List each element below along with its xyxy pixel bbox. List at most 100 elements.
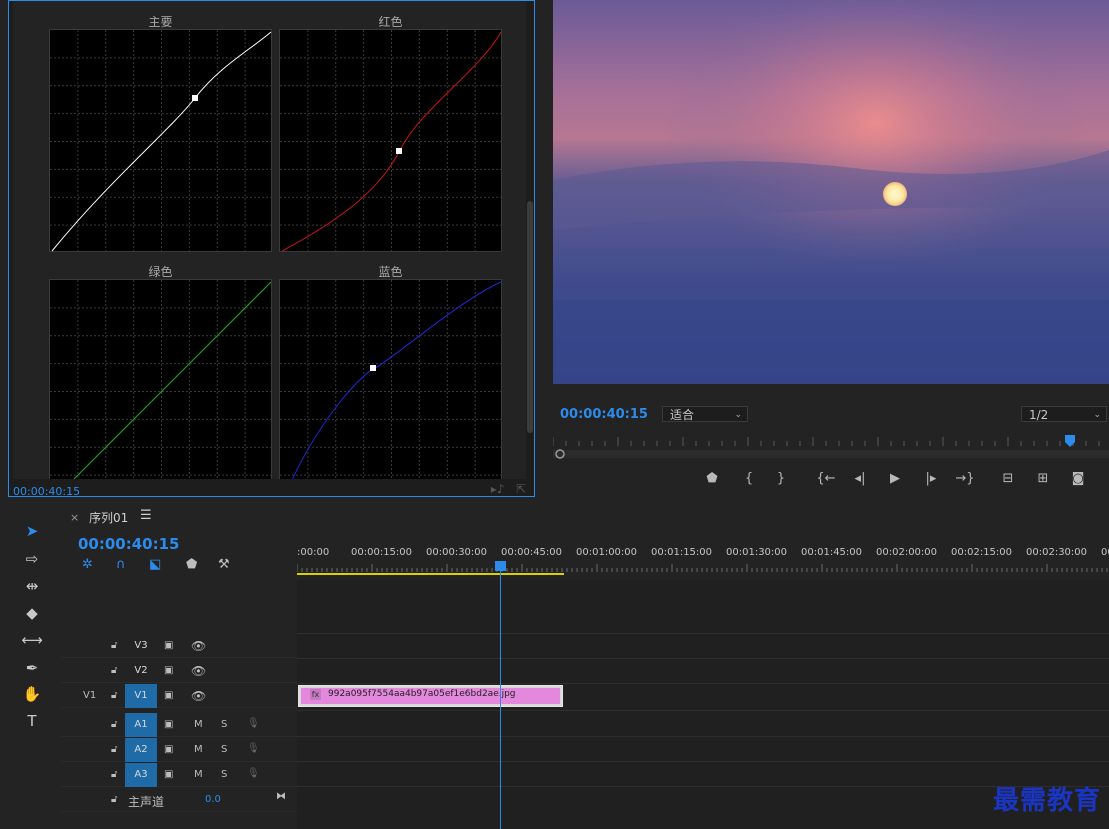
solo-button[interactable]: S bbox=[221, 744, 227, 755]
sync-lock-icon[interactable]: ▣ bbox=[164, 719, 173, 730]
curve-blue-graph[interactable] bbox=[280, 280, 503, 479]
track-target[interactable]: A2 bbox=[125, 738, 157, 762]
close-icon[interactable]: × bbox=[70, 511, 79, 524]
solo-button[interactable]: S bbox=[221, 719, 227, 730]
add-marker-button[interactable]: ⬟ bbox=[700, 468, 724, 490]
scrollbar-thumb[interactable] bbox=[527, 201, 533, 433]
play-button[interactable]: ▶ bbox=[883, 468, 907, 490]
program-monitor-timecode[interactable]: 00:00:40:15 bbox=[560, 407, 648, 422]
lift-button[interactable]: ⊟ bbox=[996, 468, 1020, 490]
sync-lock-icon[interactable]: ▣ bbox=[164, 769, 173, 780]
curve-blue[interactable] bbox=[279, 279, 503, 479]
resolution-select[interactable]: 1/2 ⌄ bbox=[1021, 406, 1107, 422]
blue-curve-point[interactable] bbox=[370, 365, 376, 371]
nest-icon[interactable]: ✲ bbox=[82, 557, 93, 572]
playback-audio-icon[interactable]: ▸♪ bbox=[491, 482, 505, 496]
timeline-playhead[interactable] bbox=[495, 561, 506, 571]
resolution-select-value: 1/2 bbox=[1029, 408, 1049, 422]
tools-panel: ➤ ⇨ ⇹ ◆ ⟷ ✒ ✋ T bbox=[17, 517, 47, 747]
track-target[interactable]: V3 bbox=[125, 634, 157, 658]
add-marker-icon[interactable]: ⬟ bbox=[186, 557, 197, 572]
track-target[interactable]: A3 bbox=[125, 763, 157, 787]
video-clip[interactable]: fx 992a095f7554aa4b97a05ef1e6bd2ae.jpg bbox=[298, 685, 563, 707]
linked-selection-icon[interactable]: ⬕ bbox=[149, 557, 161, 572]
lock-icon[interactable]: 🔓︎ bbox=[111, 665, 117, 676]
effect-controls-timecode[interactable]: 00:00:40:15 bbox=[13, 485, 80, 498]
wrench-icon[interactable]: ⚒ bbox=[218, 557, 230, 572]
chevron-down-icon: ⌄ bbox=[1093, 410, 1101, 420]
extract-button[interactable]: ⊞ bbox=[1031, 468, 1055, 490]
export-frame-button[interactable]: ◙ bbox=[1066, 468, 1090, 490]
red-curve-point[interactable] bbox=[396, 148, 402, 154]
selection-tool-icon[interactable]: ➤ bbox=[17, 519, 47, 543]
lock-icon[interactable]: 🔓︎ bbox=[111, 744, 117, 755]
track-header-v3: 🔓︎ V3 ▣ 👁︎ bbox=[61, 634, 297, 658]
lock-icon[interactable]: 🔓︎ bbox=[111, 640, 117, 651]
lock-icon[interactable]: 🔓︎ bbox=[111, 769, 117, 780]
mute-button[interactable]: M bbox=[194, 769, 203, 780]
hand-tool-icon[interactable]: ✋ bbox=[17, 682, 47, 706]
step-forward-button[interactable]: |▸ bbox=[919, 468, 943, 490]
sync-lock-icon[interactable]: ▣ bbox=[164, 744, 173, 755]
track-headers: 🔓︎ V3 ▣ 👁︎ 🔓︎ V2 ▣ 👁︎ V1 🔓︎ V1 ▣ 👁︎ 🔓︎ A1 ▣ M S 🎙︎ 🔓︎ A2 ▣ M S 🎙… bbox=[61, 634, 297, 829]
eye-icon[interactable]: 👁︎ bbox=[191, 689, 206, 703]
microphone-icon[interactable]: 🎙︎ bbox=[247, 718, 260, 729]
master-label: 主声道 bbox=[128, 795, 165, 809]
fit-select[interactable]: 适合 ⌄ bbox=[662, 406, 748, 422]
mute-button[interactable]: M bbox=[194, 744, 203, 755]
mark-out-button[interactable]: } bbox=[769, 468, 793, 490]
menu-icon[interactable]: ☰ bbox=[140, 508, 152, 523]
track-target[interactable]: A1 bbox=[125, 713, 157, 737]
curve-green-graph[interactable] bbox=[50, 280, 273, 479]
sync-lock-icon[interactable]: ▣ bbox=[164, 690, 173, 701]
track-header-a3: 🔓︎ A3 ▣ M S 🎙︎ bbox=[61, 763, 297, 787]
blue-curve-line[interactable] bbox=[291, 281, 502, 479]
type-tool-icon[interactable]: T bbox=[17, 709, 47, 733]
razor-tool-icon[interactable]: ◆ bbox=[17, 601, 47, 625]
fit-select-value: 适合 bbox=[670, 408, 695, 422]
track-select-tool-icon[interactable]: ⇨ bbox=[17, 547, 47, 571]
master-curve-point[interactable] bbox=[192, 95, 198, 101]
curve-master[interactable] bbox=[49, 29, 273, 253]
snap-icon[interactable]: ∩ bbox=[116, 557, 126, 572]
slip-tool-icon[interactable]: ⟷ bbox=[17, 628, 47, 652]
master-volume-value[interactable]: 0.0 bbox=[205, 794, 221, 805]
master-panner-icon[interactable]: ⧓ bbox=[276, 791, 286, 802]
sync-lock-icon[interactable]: ▣ bbox=[164, 665, 173, 676]
lock-icon[interactable]: 🔓︎ bbox=[111, 690, 117, 701]
mute-button[interactable]: M bbox=[194, 719, 203, 730]
curve-master-graph[interactable] bbox=[50, 30, 273, 253]
source-patch[interactable]: V1 bbox=[83, 690, 96, 701]
curve-red[interactable] bbox=[279, 29, 503, 253]
microphone-icon[interactable]: 🎙︎ bbox=[247, 768, 260, 779]
eye-icon[interactable]: 👁︎ bbox=[191, 639, 206, 653]
fx-badge[interactable]: fx bbox=[310, 689, 321, 700]
go-to-out-button[interactable]: →} bbox=[953, 468, 977, 490]
sync-lock-icon[interactable]: ▣ bbox=[164, 640, 173, 651]
curve-label-red: 红色 bbox=[378, 15, 403, 29]
solo-button[interactable]: S bbox=[221, 769, 227, 780]
timeline-timecode[interactable]: 00:00:40:15 bbox=[78, 535, 180, 553]
curve-green[interactable] bbox=[49, 279, 273, 479]
step-back-button[interactable]: ◂| bbox=[848, 468, 872, 490]
timeline-playhead-line[interactable] bbox=[500, 565, 501, 829]
curve-red-graph[interactable] bbox=[280, 30, 503, 253]
sunset-frame-image bbox=[553, 0, 1109, 384]
lock-icon[interactable]: 🔓︎ bbox=[111, 794, 117, 805]
track-header-a1: 🔓︎ A1 ▣ M S 🎙︎ bbox=[61, 713, 297, 737]
export-icon[interactable]: ⇱ bbox=[516, 482, 526, 496]
mark-in-button[interactable]: { bbox=[737, 468, 761, 490]
sequence-tab[interactable]: 序列01 bbox=[89, 509, 128, 526]
work-area-bar[interactable] bbox=[297, 573, 564, 575]
track-target[interactable]: V2 bbox=[125, 659, 157, 683]
eye-icon[interactable]: 👁︎ bbox=[191, 664, 206, 678]
monitor-ruler-graphic bbox=[552, 435, 1109, 459]
track-target[interactable]: V1 bbox=[125, 684, 157, 708]
go-to-in-button[interactable]: {← bbox=[814, 468, 838, 490]
lock-icon[interactable]: 🔓︎ bbox=[111, 719, 117, 730]
effect-controls-scrollbar[interactable] bbox=[526, 201, 534, 441]
microphone-icon[interactable]: 🎙︎ bbox=[247, 743, 260, 754]
ripple-edit-tool-icon[interactable]: ⇹ bbox=[17, 574, 47, 598]
pen-tool-icon[interactable]: ✒ bbox=[17, 656, 47, 680]
program-monitor-time-ruler[interactable] bbox=[552, 434, 1109, 462]
